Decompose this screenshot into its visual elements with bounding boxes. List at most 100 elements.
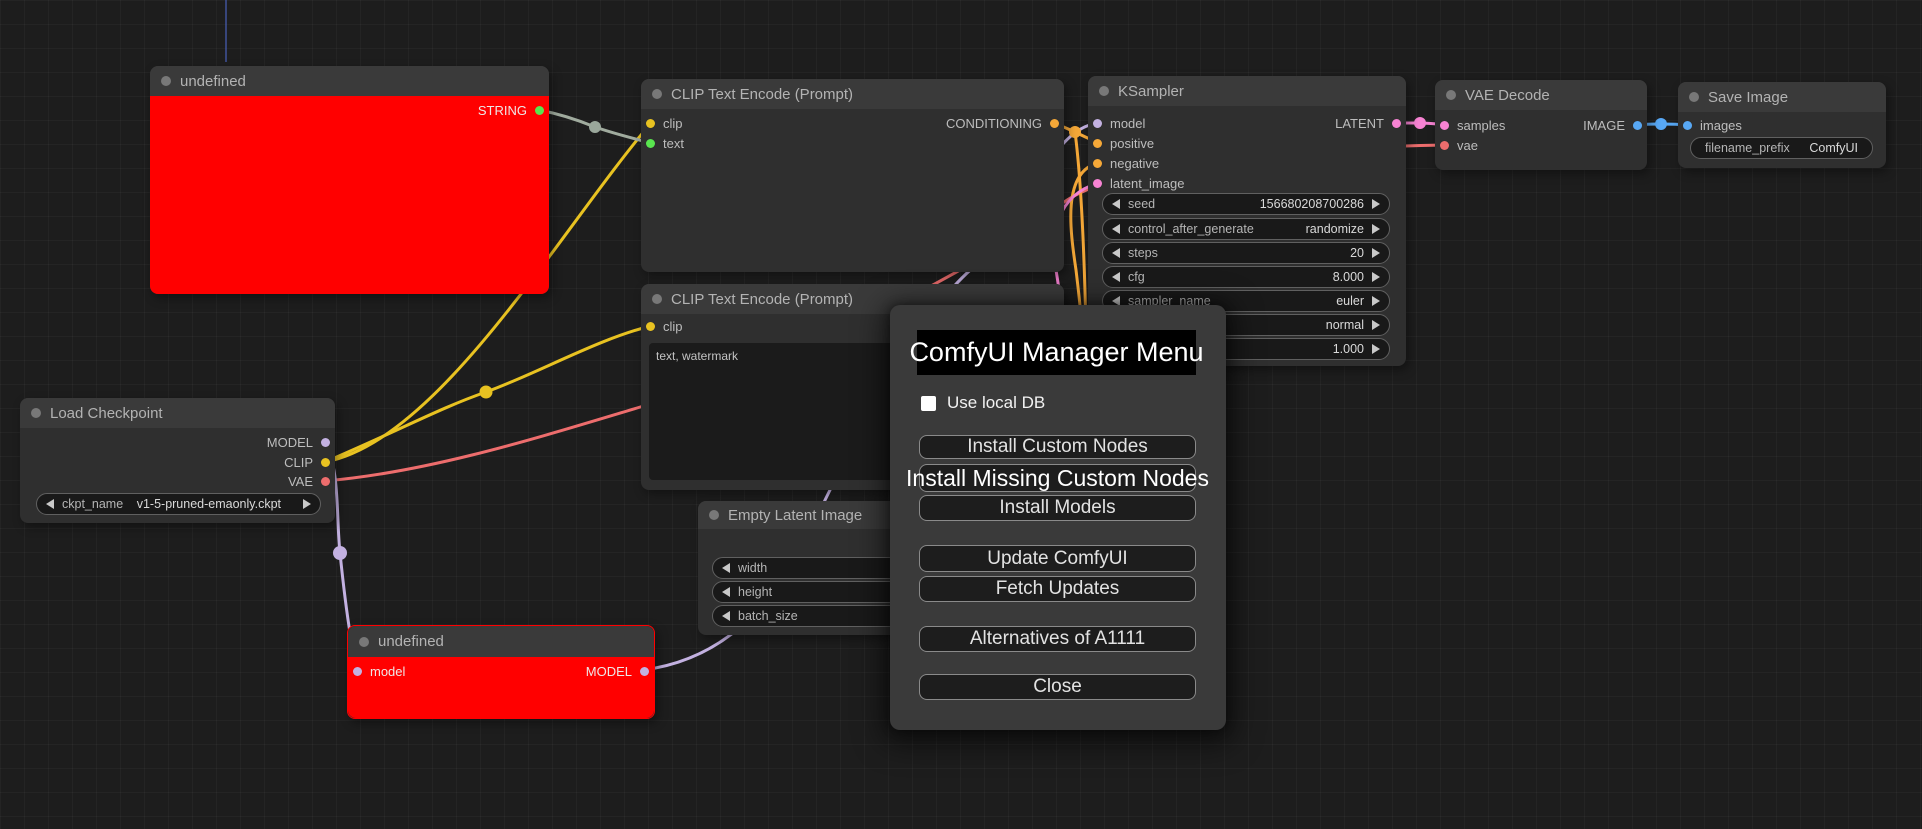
- decrement-arrow-icon[interactable]: [1112, 248, 1120, 258]
- collapse-dot-icon[interactable]: [1689, 92, 1699, 102]
- string-output-port[interactable]: STRING: [478, 103, 544, 118]
- collapse-dot-icon[interactable]: [652, 89, 662, 99]
- node-title-bar[interactable]: CLIP Text Encode (Prompt): [641, 79, 1064, 109]
- install-custom-nodes-button[interactable]: Install Custom Nodes: [919, 435, 1196, 459]
- increment-arrow-icon[interactable]: [1372, 224, 1380, 234]
- text-input-port[interactable]: text: [646, 136, 684, 151]
- control-after-generate-widget[interactable]: control_after_generate randomize: [1102, 218, 1390, 240]
- cfg-widget[interactable]: cfg 8.000: [1102, 266, 1390, 288]
- decrement-arrow-icon[interactable]: [46, 499, 54, 509]
- image-output-port[interactable]: IMAGE: [1583, 118, 1642, 133]
- collapse-dot-icon[interactable]: [161, 76, 171, 86]
- decrement-arrow-icon[interactable]: [722, 587, 730, 597]
- clip-input-port[interactable]: clip: [646, 116, 683, 131]
- positive-input-dot[interactable]: [1093, 138, 1102, 148]
- decrement-arrow-icon[interactable]: [1112, 224, 1120, 234]
- conditioning-output-dot[interactable]: [1050, 118, 1059, 128]
- node-title-bar[interactable]: VAE Decode: [1435, 80, 1647, 110]
- node-title-bar[interactable]: Load Checkpoint: [20, 398, 335, 428]
- clip-input-dot[interactable]: [646, 118, 655, 128]
- node-title-bar[interactable]: KSampler: [1088, 76, 1406, 106]
- node-title-bar[interactable]: Save Image: [1678, 82, 1886, 112]
- negative-input-port[interactable]: negative: [1093, 156, 1159, 171]
- ckpt-name-widget[interactable]: ckpt_name v1-5-pruned-emaonly.ckpt: [36, 493, 321, 515]
- comfyui-manager-menu-dialog: ComfyUI Manager Menu Use local DB Instal…: [890, 305, 1226, 730]
- latent-output-port[interactable]: LATENT: [1335, 116, 1401, 131]
- install-missing-custom-nodes-button[interactable]: Install Missing Custom Nodes: [906, 464, 1209, 492]
- model-output-dot[interactable]: [321, 437, 330, 447]
- increment-arrow-icon[interactable]: [1372, 344, 1380, 354]
- collapse-dot-icon[interactable]: [31, 408, 41, 418]
- clip-output-port[interactable]: CLIP: [284, 455, 330, 470]
- reroute-dot-image[interactable]: [1655, 118, 1667, 130]
- clip-input-port[interactable]: clip: [646, 319, 683, 334]
- decrement-arrow-icon[interactable]: [722, 563, 730, 573]
- model-output-port[interactable]: MODEL: [267, 435, 330, 450]
- reroute-dot-clip[interactable]: [479, 385, 493, 399]
- decrement-arrow-icon[interactable]: [1112, 199, 1120, 209]
- use-local-db-checkbox[interactable]: [921, 395, 936, 411]
- collapse-dot-icon[interactable]: [652, 294, 662, 304]
- latent-image-input-dot[interactable]: [1093, 178, 1102, 188]
- increment-arrow-icon[interactable]: [1372, 320, 1380, 330]
- node-title-bar[interactable]: undefined: [150, 66, 549, 96]
- model-input-port[interactable]: model: [353, 664, 405, 679]
- alternatives-of-a1111-button[interactable]: Alternatives of A1111: [919, 626, 1196, 652]
- samples-input-dot[interactable]: [1440, 120, 1449, 130]
- images-input-dot[interactable]: [1683, 120, 1692, 130]
- node-save-image[interactable]: Save Image images filename_prefix ComfyU…: [1678, 82, 1886, 168]
- close-button[interactable]: Close: [919, 674, 1196, 700]
- conditioning-output-port[interactable]: CONDITIONING: [946, 116, 1059, 131]
- vae-output-port[interactable]: VAE: [288, 474, 330, 489]
- model-input-port[interactable]: model: [1093, 116, 1145, 131]
- negative-input-dot[interactable]: [1093, 158, 1102, 168]
- node-vae-decode[interactable]: VAE Decode samples vae IMAGE: [1435, 80, 1647, 170]
- filename-prefix-widget[interactable]: filename_prefix ComfyUI: [1690, 137, 1873, 159]
- node-title-bar[interactable]: undefined: [348, 626, 654, 657]
- vae-input-dot[interactable]: [1440, 140, 1449, 150]
- collapse-dot-icon[interactable]: [359, 636, 369, 647]
- decrement-arrow-icon[interactable]: [722, 611, 730, 621]
- reroute-dot-latent[interactable]: [1414, 117, 1426, 129]
- collapse-dot-icon[interactable]: [1099, 86, 1109, 96]
- model-output-port[interactable]: MODEL: [586, 664, 649, 679]
- reroute-dot-conditioning[interactable]: [1069, 126, 1081, 138]
- string-output-dot[interactable]: [535, 105, 544, 115]
- reroute-dot-model[interactable]: [333, 546, 347, 560]
- steps-widget[interactable]: steps 20: [1102, 242, 1390, 264]
- latent-output-dot[interactable]: [1392, 118, 1401, 128]
- positive-input-port[interactable]: positive: [1093, 136, 1154, 151]
- node-load-checkpoint[interactable]: Load Checkpoint MODEL CLIP VAE ckpt_name…: [20, 398, 335, 523]
- collapse-dot-icon[interactable]: [709, 510, 719, 520]
- image-output-dot[interactable]: [1633, 120, 1642, 130]
- latent-image-input-port[interactable]: latent_image: [1093, 176, 1184, 191]
- seed-widget[interactable]: seed 156680208700286: [1102, 193, 1390, 215]
- increment-arrow-icon[interactable]: [1372, 272, 1380, 282]
- fetch-updates-button[interactable]: Fetch Updates: [919, 576, 1196, 602]
- increment-arrow-icon[interactable]: [1372, 199, 1380, 209]
- node-undefined-model[interactable]: undefined model MODEL: [347, 625, 655, 719]
- increment-arrow-icon[interactable]: [303, 499, 311, 509]
- node-clip-text-encode-positive[interactable]: CLIP Text Encode (Prompt) clip text COND…: [641, 79, 1064, 272]
- increment-arrow-icon[interactable]: [1372, 296, 1380, 306]
- node-title: KSampler: [1118, 82, 1184, 100]
- install-models-button[interactable]: Install Models: [919, 495, 1196, 521]
- node-graph-canvas[interactable]: undefined STRING CLIP Text Encode (Promp…: [0, 0, 1922, 829]
- model-input-dot[interactable]: [353, 666, 362, 676]
- reroute-dot-string[interactable]: [589, 121, 601, 133]
- node-undefined-string[interactable]: undefined STRING: [150, 66, 549, 294]
- samples-input-port[interactable]: samples: [1440, 118, 1505, 133]
- model-output-dot[interactable]: [640, 666, 649, 676]
- clip-input-dot[interactable]: [646, 321, 655, 331]
- node-title: undefined: [180, 72, 246, 90]
- vae-input-port[interactable]: vae: [1440, 138, 1478, 153]
- text-input-dot[interactable]: [646, 138, 655, 148]
- collapse-dot-icon[interactable]: [1446, 90, 1456, 100]
- clip-output-dot[interactable]: [321, 457, 330, 467]
- images-input-port[interactable]: images: [1683, 118, 1742, 133]
- vae-output-dot[interactable]: [321, 476, 330, 486]
- model-input-dot[interactable]: [1093, 118, 1102, 128]
- increment-arrow-icon[interactable]: [1372, 248, 1380, 258]
- update-comfyui-button[interactable]: Update ComfyUI: [919, 545, 1196, 572]
- decrement-arrow-icon[interactable]: [1112, 272, 1120, 282]
